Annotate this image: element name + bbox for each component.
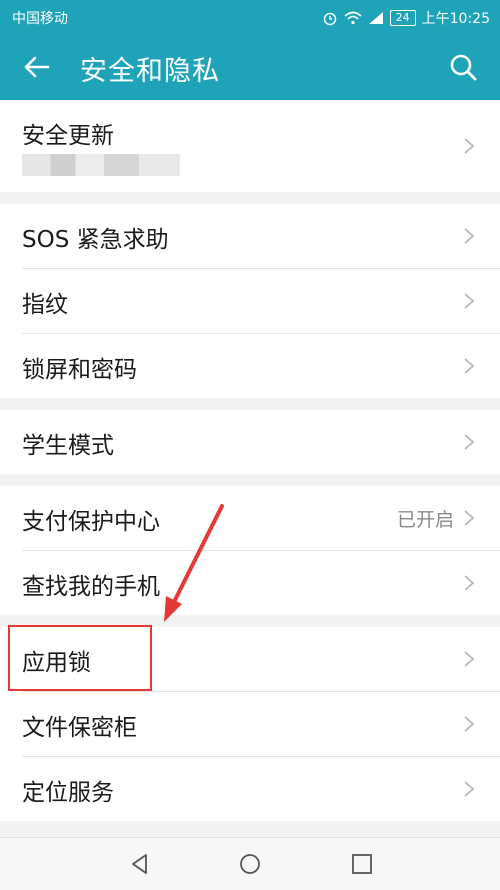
nav-back-icon[interactable]: [128, 852, 152, 876]
student-mode-item[interactable]: 学生模式: [22, 410, 500, 474]
status-bar: 中国移动 24 上午10:25: [0, 0, 500, 34]
fingerprint-item[interactable]: 指纹: [22, 269, 500, 334]
payment-protection-status: 已开启: [396, 509, 454, 531]
chevron-right-icon: [464, 434, 474, 450]
chevron-right-icon: [464, 358, 474, 374]
chevron-right-icon: [464, 781, 474, 797]
find-my-phone-label: 查找我的手机: [22, 574, 160, 600]
payment-protection-label: 支付保护中心: [22, 509, 160, 535]
security-update-item[interactable]: 安全更新: [22, 100, 500, 192]
location-label: 定位服务: [22, 780, 114, 806]
lock-screen-label: 锁屏和密码: [22, 357, 137, 383]
location-item[interactable]: 定位服务: [22, 757, 500, 821]
chevron-right-icon: [464, 510, 474, 526]
fingerprint-label: 指纹: [22, 292, 68, 318]
battery-indicator: 24: [389, 10, 416, 26]
app-bar: 安全和隐私: [0, 34, 500, 100]
chevron-right-icon: [464, 228, 474, 244]
chevron-right-icon: [464, 716, 474, 732]
settings-list: 安全更新 SOS 紧急求助 指纹 锁屏和密码 学生模式 支付保护中心 已开启 查…: [0, 100, 500, 833]
payment-protection-item[interactable]: 支付保护中心 已开启: [22, 486, 500, 551]
find-my-phone-item[interactable]: 查找我的手机: [22, 551, 500, 615]
clock: 上午10:25: [421, 11, 490, 27]
chevron-right-icon: [464, 138, 474, 154]
carrier-label: 中国移动: [12, 11, 68, 27]
group-payment: 支付保护中心 已开启 查找我的手机: [0, 486, 500, 615]
system-nav-bar: [0, 837, 500, 890]
wifi-icon: [344, 11, 362, 25]
page-title: 安全和隐私: [80, 56, 220, 87]
chevron-right-icon: [464, 575, 474, 591]
sos-item[interactable]: SOS 紧急求助: [22, 204, 500, 269]
group-student-mode: 学生模式: [0, 410, 500, 474]
file-safe-label: 文件保密柜: [22, 715, 137, 741]
lock-screen-item[interactable]: 锁屏和密码: [22, 334, 500, 398]
group-security-update: 安全更新: [0, 100, 500, 192]
chevron-right-icon: [464, 651, 474, 667]
group-sos: SOS 紧急求助 指纹 锁屏和密码: [0, 204, 500, 398]
blurred-subtitle: [22, 154, 180, 176]
security-update-label: 安全更新: [22, 123, 114, 149]
chevron-right-icon: [464, 293, 474, 309]
sos-label: SOS 紧急求助: [22, 227, 169, 253]
nav-home-icon[interactable]: [238, 852, 262, 876]
status-icons: 24 上午10:25: [322, 8, 490, 28]
highlight-box: [8, 625, 152, 691]
alarm-icon: [323, 12, 336, 26]
back-arrow-icon[interactable]: [22, 52, 52, 82]
student-mode-label: 学生模式: [22, 433, 114, 459]
search-icon[interactable]: [448, 52, 478, 82]
signal-icon: [368, 12, 383, 24]
file-safe-item[interactable]: 文件保密柜: [22, 692, 500, 757]
nav-recent-icon[interactable]: [350, 852, 374, 876]
